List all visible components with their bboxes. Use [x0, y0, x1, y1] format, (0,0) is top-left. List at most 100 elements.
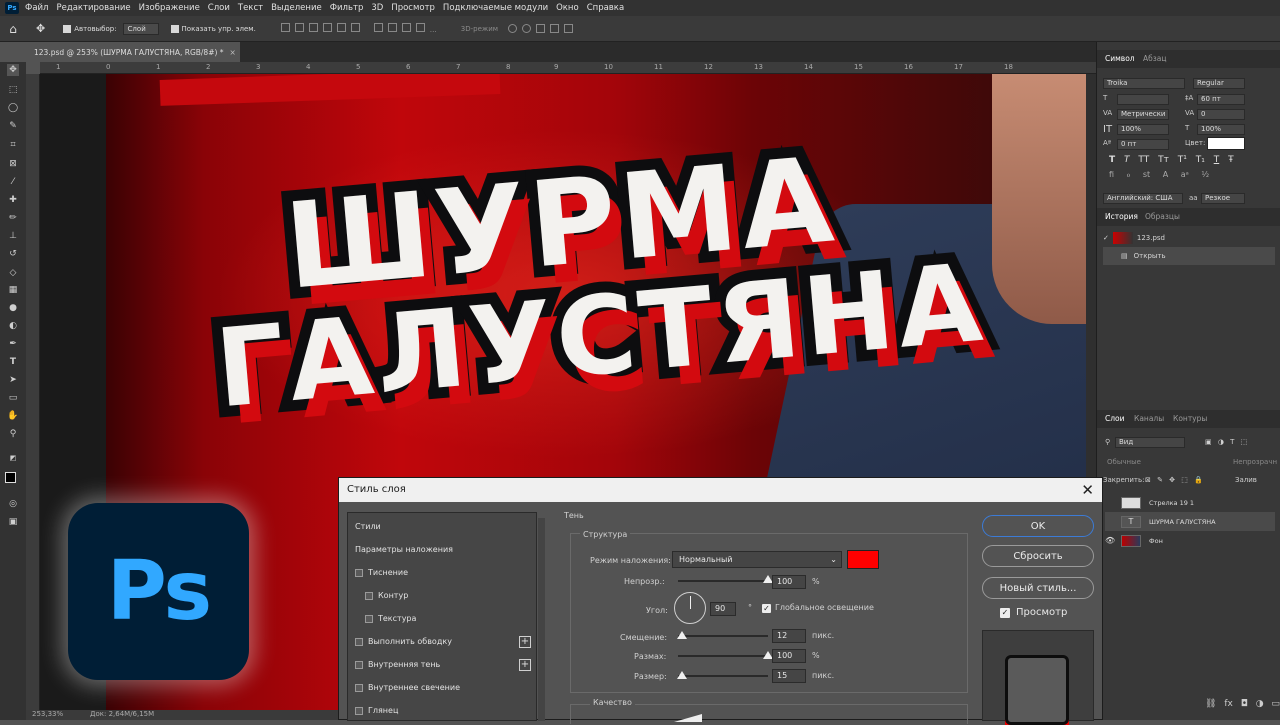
- path-select-tool-icon[interactable]: ➤: [7, 374, 19, 386]
- menu-image[interactable]: Изображение: [139, 3, 200, 13]
- ordinal-icon[interactable]: aᵃ: [1181, 170, 1189, 179]
- distribute-icon[interactable]: [401, 22, 411, 32]
- opacity-input[interactable]: 100: [772, 575, 806, 589]
- horizontal-scale-field[interactable]: 100%: [1197, 124, 1245, 135]
- add-style-icon[interactable]: +: [519, 658, 531, 671]
- tab-paragraph[interactable]: Абзац: [1143, 54, 1166, 63]
- folder-icon[interactable]: ▭: [1271, 699, 1280, 709]
- frame-tool-icon[interactable]: ⊠: [7, 158, 19, 170]
- font-style-select[interactable]: Regular: [1193, 78, 1245, 89]
- opacity-slider[interactable]: [678, 580, 768, 582]
- swash-icon[interactable]: ℴ: [1127, 170, 1131, 179]
- menu-text[interactable]: Текст: [238, 3, 263, 13]
- eyedropper-tool-icon[interactable]: ⁄: [7, 176, 19, 188]
- default-colors-icon[interactable]: ◩: [7, 452, 19, 464]
- rotate-3d-icon[interactable]: [522, 24, 532, 33]
- adjustment-icon[interactable]: ◑: [1256, 699, 1264, 709]
- eraser-tool-icon[interactable]: ◇: [7, 267, 19, 279]
- styles-list-item[interactable]: Внутреннее свечение: [348, 676, 536, 699]
- shadow-color-swatch[interactable]: [847, 550, 879, 569]
- styles-list-item[interactable]: Текстура: [348, 607, 536, 630]
- scale-3d-icon[interactable]: [564, 24, 574, 33]
- menu-edit[interactable]: Редактирование: [56, 3, 130, 13]
- link-icon[interactable]: ⛓: [1205, 699, 1216, 709]
- hand-tool-icon[interactable]: ✋: [7, 410, 19, 422]
- eye-icon[interactable]: 👁: [1105, 536, 1115, 545]
- faux-italic-icon[interactable]: T: [1124, 155, 1130, 165]
- stamp-tool-icon[interactable]: ⊥: [7, 230, 19, 242]
- distance-slider[interactable]: [678, 635, 768, 637]
- titling-icon[interactable]: A: [1163, 170, 1168, 179]
- reset-button[interactable]: Сбросить: [982, 545, 1094, 567]
- menu-window[interactable]: Окно: [556, 3, 579, 13]
- slide-3d-icon[interactable]: [550, 24, 560, 33]
- menu-help[interactable]: Справка: [587, 3, 624, 13]
- layer-row[interactable]: Стрелка 19 1: [1105, 493, 1275, 512]
- move-tool-icon[interactable]: ✥: [36, 22, 45, 35]
- font-family-select[interactable]: Troika: [1103, 78, 1185, 89]
- style-checkbox[interactable]: [355, 683, 363, 692]
- menu-filter[interactable]: Фильтр: [330, 3, 364, 13]
- close-icon[interactable]: ✕: [1081, 481, 1094, 499]
- align-bottom-icon[interactable]: [350, 22, 360, 32]
- preview-checkbox[interactable]: ✓: [1000, 608, 1010, 618]
- styles-list-item[interactable]: Контур: [348, 584, 536, 607]
- gradient-tool-icon[interactable]: ▦: [7, 284, 19, 296]
- ok-button[interactable]: OK: [982, 515, 1094, 537]
- style-checkbox[interactable]: [355, 637, 363, 646]
- language-select[interactable]: Английский: США: [1103, 193, 1183, 204]
- document-tab[interactable]: 123.psd @ 253% (ШУРМА ГАЛУСТЯНА, RGB/8#)…: [26, 42, 240, 62]
- styles-list-item[interactable]: Параметры наложения: [348, 538, 536, 561]
- style-checkbox[interactable]: [355, 660, 363, 669]
- zoom-tool-icon[interactable]: ⚲: [7, 428, 19, 440]
- size-slider-handle[interactable]: [676, 671, 687, 679]
- blend-mode-select[interactable]: Нормальный ⌄: [672, 551, 842, 568]
- size-slider[interactable]: [678, 675, 768, 677]
- tab-swatches[interactable]: Образцы: [1145, 212, 1180, 221]
- align-left-icon[interactable]: [280, 22, 290, 32]
- move-tool-icon[interactable]: ✥: [7, 64, 19, 76]
- tab-channels[interactable]: Каналы: [1134, 414, 1164, 423]
- history-brush-icon[interactable]: ↺: [7, 248, 19, 260]
- spread-input[interactable]: 100: [772, 649, 806, 663]
- baseline-field[interactable]: 0 пт: [1117, 139, 1169, 150]
- distribute-icon[interactable]: [415, 22, 425, 32]
- brush-tool-icon[interactable]: ✏: [7, 212, 19, 224]
- dialog-titlebar[interactable]: Стиль слоя ✕: [339, 478, 1102, 502]
- pan-3d-icon[interactable]: [536, 24, 546, 33]
- layer-filter-select[interactable]: Вид: [1115, 437, 1185, 448]
- vertical-scale-field[interactable]: 100%: [1117, 124, 1169, 135]
- align-hcenter-icon[interactable]: [294, 22, 304, 32]
- styles-list-scrollbar[interactable]: [538, 518, 545, 721]
- blend-mode-select[interactable]: Обычные: [1107, 458, 1141, 466]
- align-vcenter-icon[interactable]: [336, 22, 346, 32]
- menu-3d[interactable]: 3D: [371, 3, 383, 13]
- tab-paths[interactable]: Контуры: [1173, 414, 1207, 423]
- autoselect-checkbox[interactable]: [63, 24, 72, 33]
- screen-mode-icon[interactable]: ▣: [7, 516, 19, 528]
- menu-layers[interactable]: Слои: [208, 3, 230, 13]
- orbit-3d-icon[interactable]: [508, 24, 518, 33]
- layer-row[interactable]: 👁 Фон: [1105, 531, 1275, 550]
- angle-input[interactable]: 90: [710, 602, 736, 616]
- align-right-icon[interactable]: [308, 22, 318, 32]
- show-controls-checkbox[interactable]: [170, 24, 179, 33]
- close-tab-icon[interactable]: ×: [230, 48, 236, 57]
- size-input[interactable]: 15: [772, 669, 806, 683]
- small-caps-icon[interactable]: Tт: [1158, 155, 1169, 165]
- mask-icon[interactable]: ◘: [1241, 699, 1248, 709]
- style-checkbox[interactable]: [365, 591, 373, 600]
- spread-slider[interactable]: [678, 655, 768, 657]
- lock-icons[interactable]: ⊠ ✎ ✥ ⬚ 🔒: [1145, 476, 1203, 484]
- add-style-icon[interactable]: +: [519, 635, 531, 648]
- all-caps-icon[interactable]: TT: [1138, 155, 1149, 165]
- style-checkbox[interactable]: [355, 706, 363, 715]
- tab-layers[interactable]: Слои: [1105, 414, 1125, 423]
- fx-icon[interactable]: fx: [1224, 699, 1233, 709]
- blur-tool-icon[interactable]: ●: [7, 302, 19, 314]
- style-checkbox[interactable]: [365, 614, 373, 623]
- distribute-icon[interactable]: [373, 22, 383, 32]
- marquee-tool-icon[interactable]: ⬚: [7, 84, 19, 96]
- font-size-field[interactable]: [1117, 94, 1169, 105]
- global-light-checkbox[interactable]: ✓: [762, 604, 771, 613]
